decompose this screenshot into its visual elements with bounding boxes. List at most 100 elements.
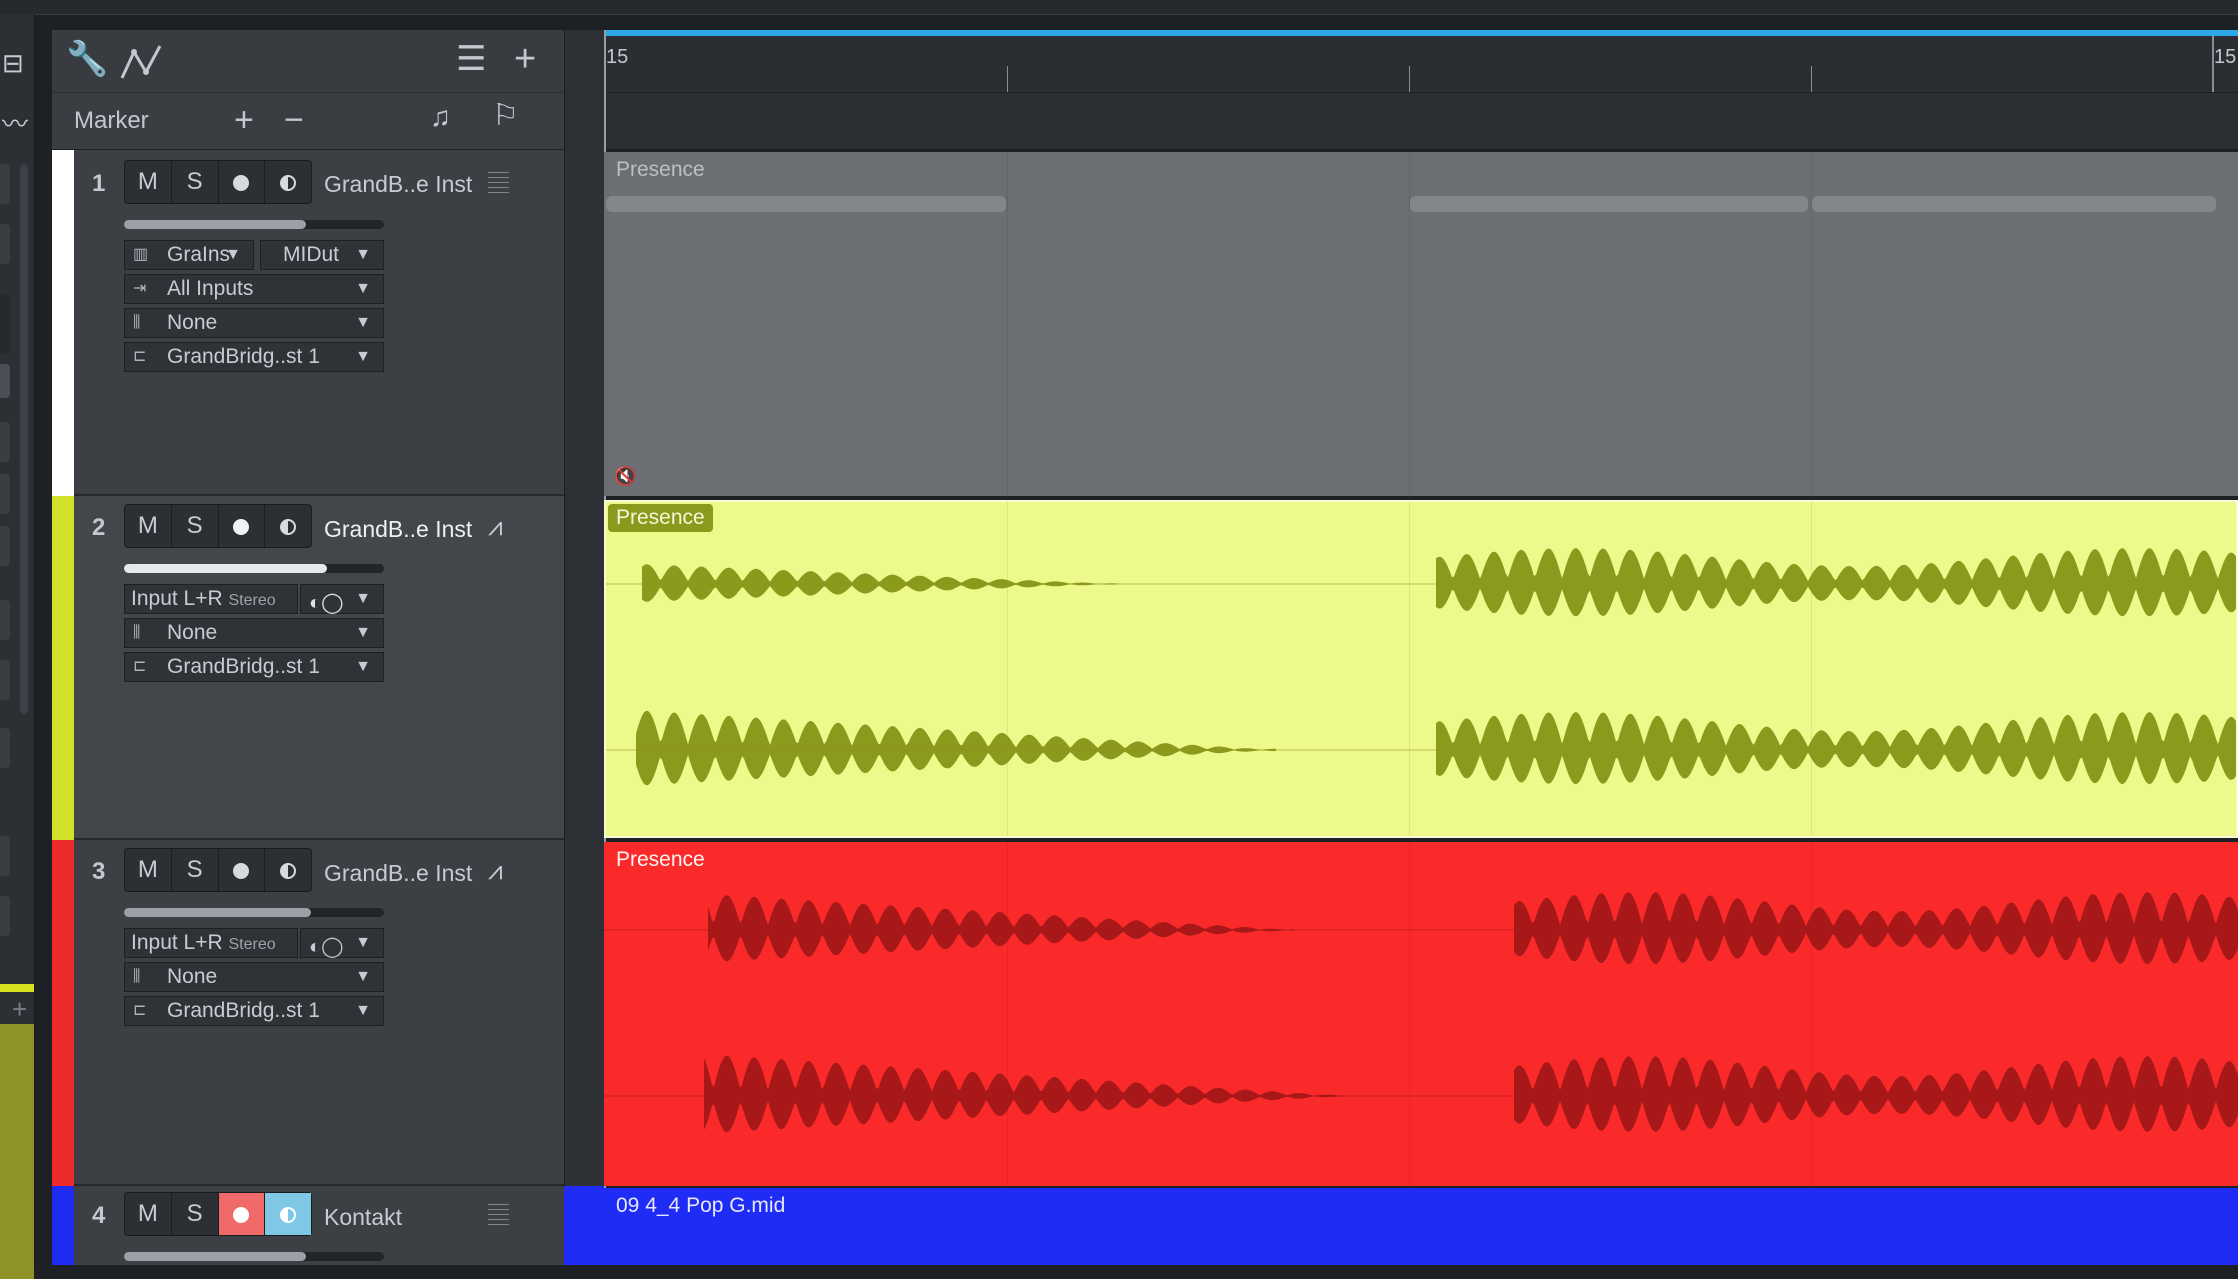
mini-button[interactable] (0, 728, 10, 768)
track-color-strip[interactable] (52, 496, 74, 840)
bus-select[interactable]: ⫼ None ▼ (124, 618, 384, 648)
monitor-icon (280, 1206, 297, 1223)
mute-button[interactable]: M (125, 505, 172, 547)
volume-slider[interactable] (124, 1252, 384, 1261)
audio-region[interactable]: Presence (604, 500, 2238, 838)
track-name[interactable]: Kontakt (324, 1204, 402, 1231)
volume-fill (124, 220, 306, 229)
inspector-icon[interactable]: ⊟ (2, 48, 24, 79)
monitor-button[interactable] (265, 1193, 311, 1235)
input-select[interactable]: ⇥ All Inputs ▼ (124, 274, 384, 304)
marker-lane[interactable] (604, 93, 2238, 150)
midi-note[interactable] (1812, 196, 2216, 212)
midi-note[interactable] (606, 196, 1006, 212)
monitor-button[interactable] (265, 505, 311, 547)
mini-button[interactable] (0, 526, 10, 566)
input-format: Stereo (228, 936, 276, 953)
volume-slider[interactable] (124, 220, 384, 229)
left-mini-panel: ⊟ 〰 + (0, 14, 35, 1279)
waveform-shape (1436, 548, 2236, 617)
mini-button[interactable] (0, 836, 10, 876)
mute-button[interactable]: M (125, 161, 172, 203)
midi-note[interactable] (1410, 196, 1808, 212)
track-button-group: M S (124, 848, 312, 892)
wrench-icon[interactable]: 🔧 (66, 42, 108, 76)
track-number: 2 (92, 514, 106, 541)
flag-icon[interactable]: ⚐ (492, 101, 519, 131)
waveform-icon[interactable]: 〰 (2, 104, 28, 141)
mini-button[interactable] (0, 364, 10, 398)
solo-button[interactable]: S (172, 505, 219, 547)
solo-button[interactable]: S (172, 1193, 219, 1235)
record-button[interactable] (219, 161, 266, 203)
track-name[interactable]: GrandB..e Inst (324, 516, 472, 543)
output-select[interactable]: ⊏ GrandBridg..st 1 ▼ (124, 342, 384, 372)
input-select[interactable]: Input L+R Stereo (124, 584, 298, 614)
plus-icon[interactable]: + (234, 103, 254, 137)
mini-panel-block (0, 294, 10, 354)
midi-region[interactable]: 09 4_4 Pop G.mid (604, 1188, 2238, 1265)
mini-button[interactable] (0, 660, 10, 700)
stereo-toggle-icon: ◐◯ (309, 936, 344, 958)
mini-scrollbar[interactable] (20, 164, 28, 714)
mute-button[interactable]: M (125, 1193, 172, 1235)
note-icon[interactable]: ♫ (430, 103, 451, 131)
mini-button[interactable] (0, 164, 10, 204)
waveform-shape (704, 1055, 1344, 1133)
input-routing-toggle[interactable]: ◐◯ ▼ (300, 584, 384, 614)
record-button[interactable] (218, 1193, 266, 1235)
waveform-shape (642, 564, 1118, 602)
track-color-strip[interactable] (52, 150, 74, 496)
bus-icon: ⫼ (133, 968, 141, 985)
monitor-icon (280, 174, 297, 191)
mini-button[interactable] (0, 422, 10, 462)
chevron-down-icon: ▼ (355, 658, 371, 675)
input-format: Stereo (228, 592, 276, 609)
mini-button[interactable] (0, 896, 10, 936)
monitor-button[interactable] (265, 161, 311, 203)
bus-select[interactable]: ⫼ None ▼ (124, 962, 384, 992)
marker-row: Marker + − ♫ ⚐ (52, 93, 564, 150)
region-label: 09 4_4 Pop G.mid (616, 1194, 786, 1217)
chevron-down-icon: ▼ (225, 246, 241, 263)
mini-button[interactable] (0, 224, 10, 264)
monitor-button[interactable] (265, 849, 311, 891)
midi-out-select[interactable]: MIDut ▼ (260, 240, 384, 270)
instrument-select[interactable]: ▥ GraIns ▼ (124, 240, 254, 270)
mini-button[interactable] (0, 474, 10, 514)
volume-slider[interactable] (124, 908, 384, 917)
track-color-strip[interactable] (52, 840, 74, 1186)
audio-region[interactable]: Presence 🔇 (604, 152, 2238, 496)
chevron-down-icon: ▼ (355, 280, 371, 297)
waveform-icon: ⩘ (488, 855, 503, 885)
minus-icon[interactable]: − (284, 103, 304, 137)
waveform-shape (1436, 712, 2236, 785)
output-select[interactable]: ⊏ GrandBridg..st 1 ▼ (124, 652, 384, 682)
mute-button[interactable]: M (125, 849, 172, 891)
solo-button[interactable]: S (172, 849, 219, 891)
record-icon (233, 862, 250, 879)
input-value: Input L+R Stereo (131, 585, 276, 615)
track-name[interactable]: GrandB..e Inst (324, 860, 472, 887)
chevron-down-icon: ▼ (355, 590, 371, 607)
automation-icon[interactable] (120, 42, 170, 88)
input-select[interactable]: Input L+R Stereo (124, 928, 298, 958)
instrument-value: GraIns (167, 243, 231, 266)
volume-slider[interactable] (124, 564, 384, 573)
midi-out-value: MIDut (283, 243, 340, 266)
track-name[interactable]: GrandB..e Inst (324, 171, 472, 198)
track-color-strip[interactable] (52, 1186, 74, 1265)
input-routing-toggle[interactable]: ◐◯ ▼ (300, 928, 384, 958)
solo-button[interactable]: S (172, 161, 219, 203)
record-button[interactable] (219, 505, 266, 547)
mini-color-block (0, 1024, 34, 1279)
list-icon[interactable]: ☰ (456, 42, 486, 76)
add-track-icon[interactable]: + (514, 40, 536, 78)
output-select[interactable]: ⊏ GrandBridg..st 1 ▼ (124, 996, 384, 1026)
add-icon[interactable]: + (12, 994, 27, 1025)
mini-button[interactable] (0, 600, 10, 640)
timeline-ruler[interactable]: 15 15 (604, 30, 2238, 92)
audio-region[interactable]: Presence (604, 842, 2238, 1186)
record-button[interactable] (219, 849, 266, 891)
bus-select[interactable]: ⫼ None ▼ (124, 308, 384, 338)
